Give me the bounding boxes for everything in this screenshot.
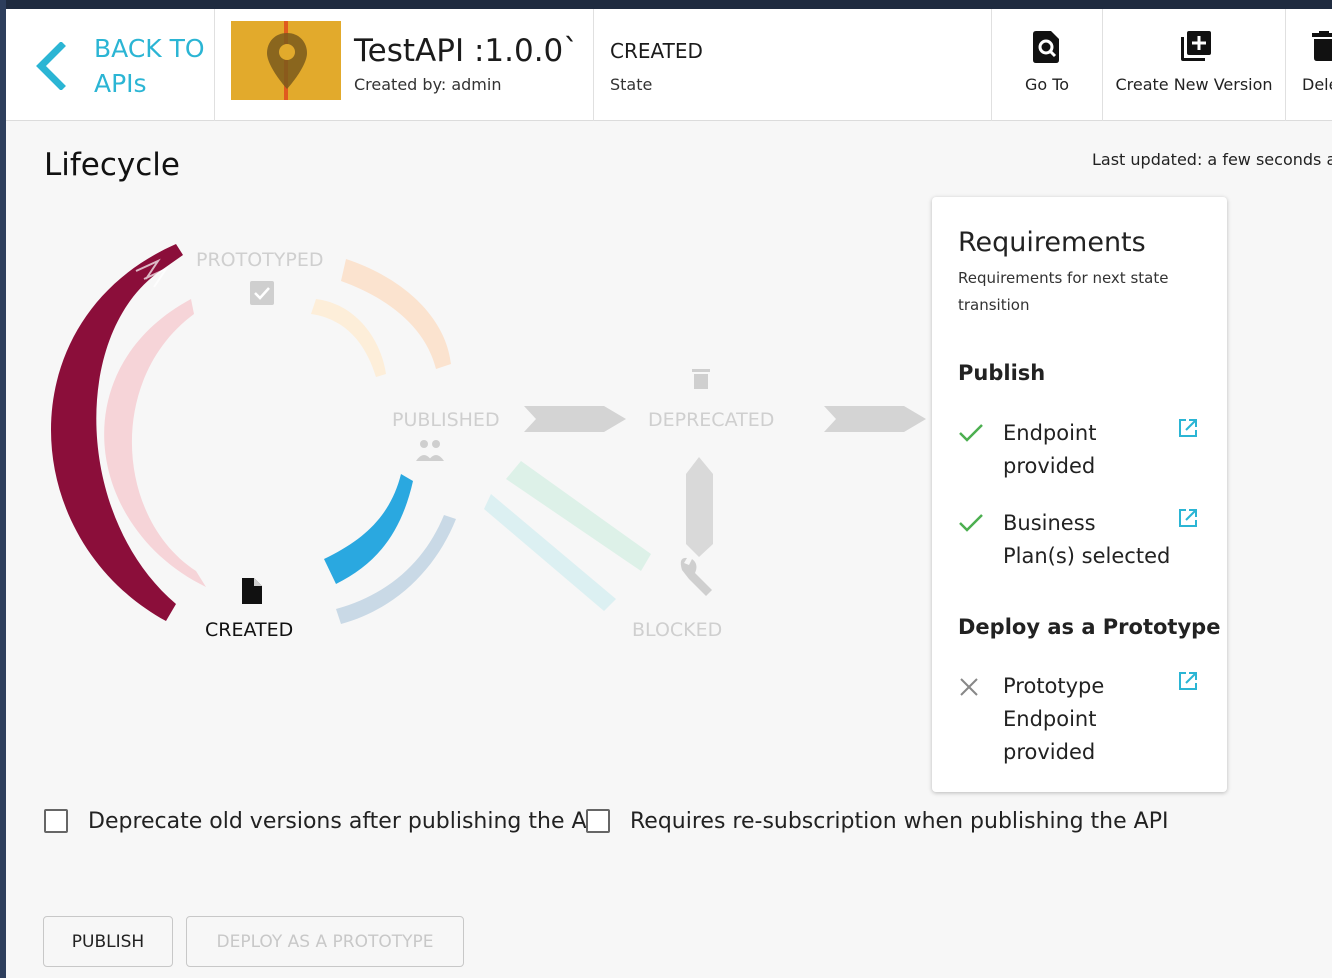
- state-created: CREATED: [205, 619, 294, 641]
- state-value: CREATED: [610, 39, 703, 63]
- state-deprecated: DEPRECATED: [648, 409, 775, 431]
- deploy-prototype-section-title: Deploy as a Prototype: [958, 615, 1221, 639]
- chevron-left-icon: [36, 42, 66, 90]
- deploy-as-prototype-button[interactable]: DEPLOY AS A PROTOTYPE: [186, 916, 464, 967]
- state-blocked: BLOCKED: [632, 619, 723, 641]
- map-pin-icon: [267, 33, 307, 89]
- external-link-icon[interactable]: [1177, 507, 1199, 529]
- requirements-card: Requirements Requirements for next state…: [932, 197, 1227, 792]
- requirement-text: Business Plan(s) selected: [1003, 511, 1171, 568]
- people-icon: [416, 440, 444, 461]
- checkbox-label: Requires re-subscription when publishing…: [630, 809, 1169, 834]
- back-label: BACK TO APIs: [94, 31, 205, 101]
- requirement-text: Endpoint provided: [1003, 421, 1097, 478]
- publish-button[interactable]: PUBLISH: [43, 916, 173, 967]
- trash-icon: [692, 369, 710, 389]
- arc-prototyped-to-published: [341, 259, 451, 369]
- arrow-deprecated-to-retired: [824, 406, 926, 432]
- checkbox-box[interactable]: [586, 809, 610, 833]
- arrow-blocked-to-deprecated: [686, 474, 713, 557]
- check-icon: [959, 424, 983, 442]
- search-document-icon: [1033, 31, 1059, 63]
- goto-label: Go To: [1024, 75, 1070, 94]
- checkbox-box[interactable]: [44, 809, 68, 833]
- back-to-apis-button[interactable]: BACK TO APIs: [6, 9, 215, 121]
- api-title: TestAPI :1.0.0`: [354, 33, 579, 69]
- delete-button[interactable]: Dele: [1286, 9, 1332, 121]
- arrow-published-to-deprecated: [524, 406, 626, 432]
- back-label-line2: APIs: [94, 69, 147, 98]
- arrow-published-to-blocked: [506, 461, 651, 571]
- lifecycle-title: Lifecycle: [44, 147, 180, 183]
- goto-button[interactable]: Go To: [992, 9, 1103, 121]
- create-new-version-button[interactable]: Create New Version: [1103, 9, 1286, 121]
- state-prototyped: PROTOTYPED: [196, 249, 324, 271]
- external-link-icon[interactable]: [1177, 417, 1199, 439]
- api-header: BACK TO APIs TestAPI :1.0.0` Created by:…: [6, 9, 1332, 121]
- close-icon: [960, 678, 978, 696]
- last-updated: Last updated: a few seconds ago: [1092, 150, 1332, 169]
- back-label-line1: BACK TO: [94, 34, 205, 63]
- add-copy-icon: [1181, 31, 1211, 61]
- arc-created-to-published: [324, 474, 413, 584]
- clipboard-check-icon: [250, 281, 274, 305]
- publish-section-title: Publish: [958, 361, 1046, 385]
- checkbox-label: Deprecate old versions after publishing …: [88, 809, 607, 834]
- requirement-text: Prototype Endpoint provided: [1003, 674, 1105, 764]
- api-state: CREATED State: [594, 9, 992, 121]
- requirements-title: Requirements: [958, 227, 1146, 258]
- check-icon: [959, 514, 983, 532]
- api-created-by: Created by: admin: [354, 75, 502, 94]
- state-published: PUBLISHED: [392, 409, 500, 431]
- requirements-subtitle: Requirements for next state transition: [958, 269, 1169, 314]
- state-label: State: [610, 75, 653, 94]
- delete-label: Dele: [1302, 75, 1332, 94]
- api-info: TestAPI :1.0.0` Created by: admin: [215, 9, 594, 121]
- api-lifecycle-page: BACK TO APIs TestAPI :1.0.0` Created by:…: [6, 9, 1332, 978]
- create-new-version-label: Create New Version: [1115, 75, 1273, 94]
- external-link-icon[interactable]: [1177, 670, 1199, 692]
- lifecycle-diagram: PROTOTYPED PUBLISHED DEPRECATED BLOCKED …: [6, 199, 936, 659]
- wrench-icon: [680, 557, 712, 596]
- trash-icon: [1312, 31, 1332, 61]
- document-icon: [242, 578, 262, 604]
- window-top-border: [0, 0, 1332, 9]
- api-thumbnail: [231, 21, 341, 100]
